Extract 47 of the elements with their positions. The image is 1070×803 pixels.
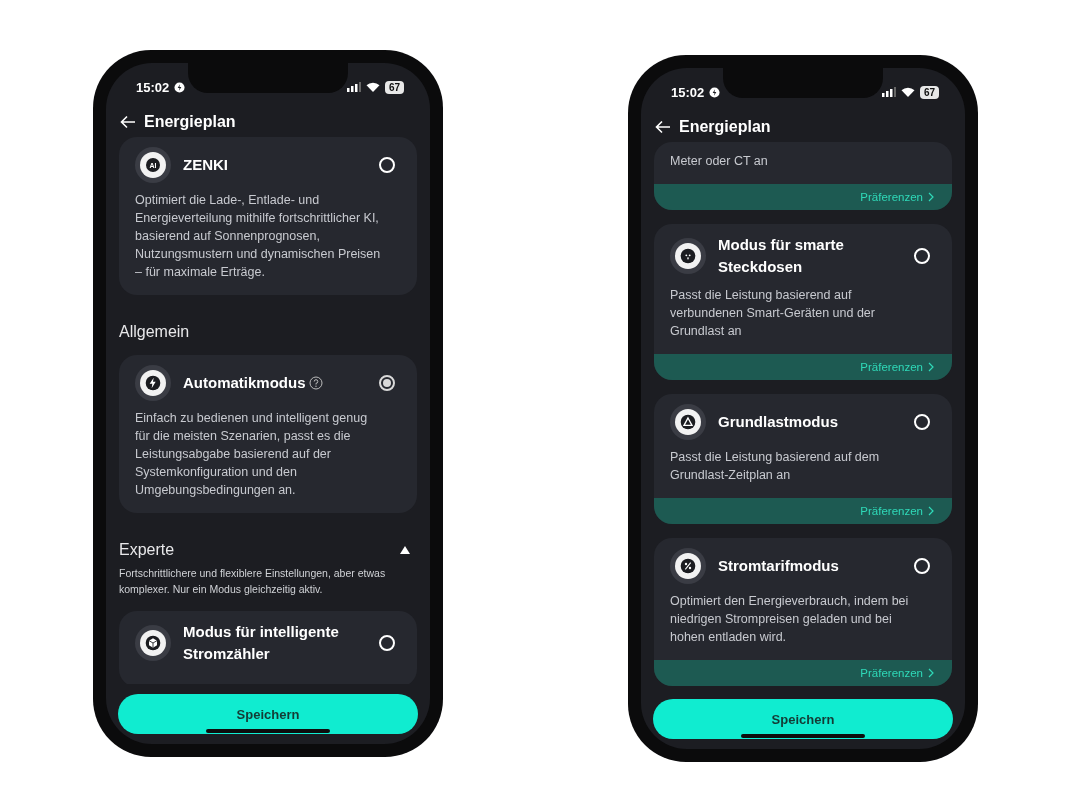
preferences-link[interactable]: Präferenzen bbox=[860, 361, 934, 373]
chevron-icon bbox=[928, 192, 934, 202]
wifi-icon bbox=[900, 87, 915, 97]
back-icon[interactable] bbox=[120, 115, 136, 129]
mode-description: Meter oder CT an bbox=[670, 153, 769, 170]
save-button[interactable]: Speichern bbox=[653, 699, 953, 739]
mode-description: Einfach zu bedienen und intelligent genug für die meisten Szenarien, passt es die Leistungsabgabe basierend auf der Systemkonfiguration und den Umgebungsbedingungen an. bbox=[135, 410, 369, 499]
mode-description: Optimiert den Energieverbrauch, indem bei niedrigen Strompreisen geladen und bei hohen entladen wird. bbox=[670, 593, 910, 646]
mode-description: Passt die Leistung basierend auf dem Grundlast-Zeitplan an bbox=[670, 449, 881, 484]
page-title: Energieplan bbox=[144, 113, 236, 131]
preferences-link[interactable]: Präferenzen bbox=[860, 667, 934, 679]
signal-icon bbox=[346, 82, 361, 92]
mode-description: Optimiert die Lade-, Entlade- und Energieverteilung mithilfe fortschrittlicher KI, basierend auf Sonnenprognosen, Nutzungsmustern und dynamischen Preisen – für maximale Erträge. bbox=[135, 192, 382, 281]
chevron-icon bbox=[928, 362, 934, 372]
signal-icon bbox=[881, 87, 896, 97]
chevron-icon bbox=[928, 668, 934, 678]
section-title: Experte bbox=[119, 541, 175, 559]
battery-level: 67 bbox=[384, 80, 404, 94]
mode-icon bbox=[135, 365, 171, 401]
mode-title: Grundlastmodus bbox=[718, 412, 838, 432]
mode-description: Passt die Leistung basierend auf verbundenen Smart-Geräten und der Grundlast an bbox=[670, 287, 876, 340]
section-title: Allgemein bbox=[119, 323, 190, 341]
mode-title: Modus für smarte Steckdosen bbox=[718, 235, 845, 277]
page-title: Energieplan bbox=[679, 118, 771, 136]
mode-title: Automatikmodus bbox=[183, 373, 306, 393]
mode-icon bbox=[670, 404, 706, 440]
notification-icon bbox=[174, 81, 186, 93]
mode-title: Stromtarifmodus bbox=[718, 556, 839, 576]
radio-button[interactable] bbox=[379, 375, 395, 391]
mode-title: ZENKI bbox=[183, 155, 228, 175]
caret-icon[interactable] bbox=[399, 545, 411, 555]
mode-icon bbox=[670, 548, 706, 584]
battery-level: 67 bbox=[919, 85, 939, 99]
mode-icon bbox=[670, 238, 706, 274]
status-time: 15:02 bbox=[671, 84, 705, 100]
section-description: Fortschrittlichere und flexiblere Einstellungen, aber etwas komplexer. Nur ein Modus gleichzeitig aktiv. bbox=[119, 566, 387, 597]
wifi-icon bbox=[365, 82, 380, 92]
save-button[interactable]: Speichern bbox=[118, 694, 418, 734]
preferences-link[interactable]: Präferenzen bbox=[860, 191, 934, 203]
chevron-icon bbox=[928, 506, 934, 516]
back-icon[interactable] bbox=[655, 120, 671, 134]
status-time: 15:02 bbox=[136, 79, 170, 95]
preferences-link[interactable]: Präferenzen bbox=[860, 505, 934, 517]
mode-icon bbox=[135, 625, 171, 661]
mode-title: Modus für intelligente Stromzähler bbox=[183, 622, 340, 664]
notification-icon bbox=[709, 86, 721, 98]
help-icon[interactable] bbox=[308, 376, 323, 390]
